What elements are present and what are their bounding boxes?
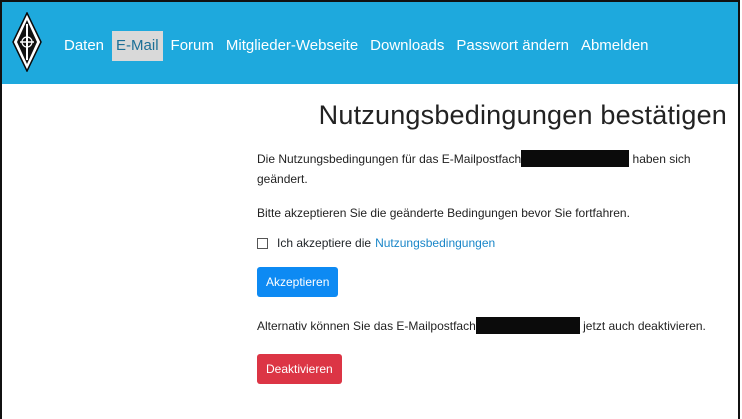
page-title: Nutzungsbedingungen bestätigen bbox=[318, 100, 727, 130]
diamond-antenna-logo-icon[interactable] bbox=[12, 12, 42, 72]
nav-link-passwort-aendern[interactable]: Passwort ändern bbox=[452, 31, 573, 61]
deactivate-alternative-text: Alternativ können Sie das E-Mailpostfach… bbox=[257, 316, 717, 336]
accept-terms-checkbox[interactable] bbox=[257, 237, 268, 249]
accept-instruction-text: Bitte akzeptieren Sie die geänderte Bedi… bbox=[257, 206, 630, 220]
nav-link-email[interactable]: E-Mail bbox=[112, 31, 163, 61]
terms-link[interactable]: Nutzungsbedingungen bbox=[375, 236, 495, 250]
main-content: Nutzungsbedingungen bestätigen Die Nutzu… bbox=[257, 98, 727, 384]
nav-link-downloads[interactable]: Downloads bbox=[366, 31, 448, 61]
deactivate-text-start: Alternativ können Sie das E-Mailpostfach bbox=[257, 319, 476, 333]
terms-changed-text-start: Die Nutzungsbedingungen für das E-Mailpo… bbox=[257, 152, 522, 166]
redacted-mailbox bbox=[521, 150, 630, 167]
accept-terms-row: Ich akzeptiere die Nutzungsbedingungen bbox=[257, 236, 727, 250]
nav-link-daten[interactable]: Daten bbox=[60, 31, 108, 61]
accept-button[interactable]: Akzeptieren bbox=[257, 267, 339, 297]
nav-link-forum[interactable]: Forum bbox=[167, 31, 218, 61]
deactivate-button[interactable]: Deaktivieren bbox=[257, 354, 342, 384]
deactivate-text-end: jetzt auch deaktivieren. bbox=[583, 319, 706, 333]
redacted-mailbox-2 bbox=[475, 317, 580, 334]
nav-link-abmelden[interactable]: Abmelden bbox=[577, 31, 653, 61]
top-navbar: Daten E-Mail Forum Mitglieder-Webseite D… bbox=[2, 2, 738, 84]
nav-link-mitglieder-webseite[interactable]: Mitglieder-Webseite bbox=[222, 31, 362, 61]
terms-changed-text: Die Nutzungsbedingungen für das E-Mailpo… bbox=[257, 149, 717, 189]
app-window: Daten E-Mail Forum Mitglieder-Webseite D… bbox=[0, 0, 740, 419]
nav-menu: Daten E-Mail Forum Mitglieder-Webseite D… bbox=[60, 31, 657, 61]
accept-terms-label: Ich akzeptiere die bbox=[277, 236, 372, 250]
